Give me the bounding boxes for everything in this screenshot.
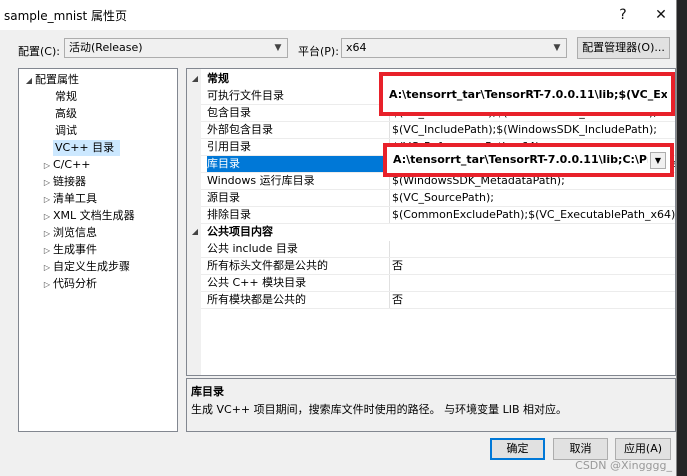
tree-item-browse-info[interactable]: ▷ 浏览信息: [41, 225, 97, 241]
chevron-down-icon[interactable]: ▼: [650, 152, 666, 169]
row-name: 所有标头文件都是公共的: [207, 259, 328, 272]
description-panel: 库目录 生成 VC++ 项目期间，搜索库文件时使用的路径。 与环境变量 LIB …: [186, 378, 676, 432]
grid-row-public-module-dirs[interactable]: 公共 C++ 模块目录: [187, 275, 675, 292]
highlight-value: A:\tensorrt_tar\TensorRT-7.0.0.11\lib;C:…: [393, 153, 648, 166]
row-name: 可执行文件目录: [207, 89, 284, 102]
window-title: sample_mnist 属性页: [4, 9, 128, 23]
collapse-icon[interactable]: ◢: [190, 224, 200, 240]
close-button[interactable]: ✕: [646, 2, 676, 28]
row-name: 所有模块都是公共的: [207, 293, 306, 306]
highlight-executable-dirs: A:\tensorrt_tar\TensorRT-7.0.0.11\lib;$(…: [379, 72, 675, 116]
platform-dropdown[interactable]: x64 ▼: [341, 38, 567, 58]
row-name: Windows 运行库目录: [207, 174, 315, 187]
chevron-down-icon: ▼: [553, 43, 561, 53]
grid-row-all-modules-public[interactable]: 所有模块都是公共的 否: [187, 292, 675, 309]
expand-icon[interactable]: ▷: [41, 226, 53, 242]
tree-item-build-events[interactable]: ▷ 生成事件: [41, 242, 97, 258]
grid-row-external-include-dirs[interactable]: 外部包含目录 $(VC_IncludePath);$(WindowsSDK_In…: [187, 122, 675, 139]
grid-row-public-include-dirs[interactable]: 公共 include 目录: [187, 241, 675, 258]
cancel-button[interactable]: 取消: [553, 438, 608, 460]
tree-item-label: 高级: [55, 107, 77, 120]
config-dropdown[interactable]: 活动(Release) ▼: [64, 38, 288, 58]
collapse-icon[interactable]: ◢: [23, 73, 35, 89]
tree-item-xml-doc[interactable]: ▷ XML 文档生成器: [41, 208, 135, 224]
row-name: 公共 include 目录: [207, 242, 298, 255]
highlight-library-dirs[interactable]: A:\tensorrt_tar\TensorRT-7.0.0.11\lib;C:…: [383, 143, 674, 177]
row-value: 否: [392, 259, 403, 272]
tree-item-label: 浏览信息: [53, 226, 97, 239]
expand-icon[interactable]: ▷: [41, 158, 53, 174]
platform-label: 平台(P):: [298, 45, 339, 58]
property-pages-window: sample_mnist 属性页 ? ✕ 配置(C): 活动(Release) …: [0, 0, 677, 476]
tree-item-label: C/C++: [53, 158, 91, 171]
expand-icon[interactable]: ▷: [41, 192, 53, 208]
row-name: 引用目录: [207, 140, 251, 153]
tree-item-cpp[interactable]: ▷ C/C++: [41, 157, 91, 173]
grid-row-all-headers-public[interactable]: 所有标头文件都是公共的 否: [187, 258, 675, 275]
row-name: 包含目录: [207, 106, 251, 119]
collapse-icon[interactable]: ◢: [190, 71, 200, 87]
grid-row-exclude-dirs[interactable]: 排除目录 $(CommonExcludePath);$(VC_Executabl…: [187, 207, 676, 224]
tree-item-label: 代码分析: [53, 277, 97, 290]
row-value: $(VC_IncludePath);$(WindowsSDK_IncludePa…: [392, 123, 657, 136]
tree-item-general[interactable]: 常规: [55, 89, 77, 105]
tree-item-code-analysis[interactable]: ▷ 代码分析: [41, 276, 97, 292]
expand-icon[interactable]: ▷: [41, 209, 53, 225]
tree-item-linker[interactable]: ▷ 链接器: [41, 174, 86, 190]
row-name: 外部包含目录: [207, 123, 273, 136]
tree-item-label: 调试: [55, 124, 77, 137]
chevron-down-icon: ▼: [274, 43, 282, 53]
title-bar: sample_mnist 属性页 ? ✕: [0, 0, 676, 30]
config-value: 活动(Release): [69, 41, 143, 54]
row-value: 否: [392, 293, 403, 306]
row-name: 公共 C++ 模块目录: [207, 276, 307, 289]
category-label: 公共项目内容: [207, 225, 273, 238]
background-editor-strip: [677, 0, 687, 476]
expand-icon[interactable]: ▷: [41, 277, 53, 293]
tree-item-vc-directories[interactable]: VC++ 目录: [53, 140, 121, 156]
apply-button[interactable]: 应用(A): [615, 438, 671, 460]
row-name: 源目录: [207, 191, 240, 204]
row-value: $(CommonExcludePath);$(VC_ExecutablePath…: [392, 208, 676, 221]
tree-item-label: 链接器: [53, 175, 86, 188]
tree-root[interactable]: ◢ 配置属性: [23, 72, 79, 88]
row-name: 库目录: [207, 156, 387, 172]
watermark: CSDN @Xingggg_: [575, 459, 672, 472]
expand-icon[interactable]: ▷: [41, 175, 53, 191]
tree-item-label: 生成事件: [53, 243, 97, 256]
tree-item-debugging[interactable]: 调试: [55, 123, 77, 139]
tree-item-label: VC++ 目录: [55, 141, 115, 154]
platform-value: x64: [346, 41, 367, 54]
expand-icon[interactable]: ▷: [41, 243, 53, 259]
expand-icon[interactable]: ▷: [41, 260, 53, 276]
tree-root-label: 配置属性: [35, 73, 79, 86]
config-manager-button[interactable]: 配置管理器(O)...: [577, 37, 670, 59]
grid-row-source-dirs[interactable]: 源目录 $(VC_SourcePath);: [187, 190, 675, 207]
tree-item-manifest-tool[interactable]: ▷ 清单工具: [41, 191, 97, 207]
help-button[interactable]: ?: [608, 2, 638, 28]
config-label: 配置(C):: [18, 45, 60, 58]
row-name: 排除目录: [207, 208, 251, 221]
tree-item-advanced[interactable]: 高级: [55, 106, 77, 122]
tree-item-label: 常规: [55, 90, 77, 103]
description-title: 库目录: [191, 385, 224, 398]
tree-item-label: 清单工具: [53, 192, 97, 205]
ok-button[interactable]: 确定: [490, 438, 545, 460]
tree-item-custom-build[interactable]: ▷ 自定义生成步骤: [41, 259, 130, 275]
property-tree: ◢ 配置属性 常规 高级 调试 VC++ 目录 ▷ C/C++ ▷ 链接器 ▷ 清单工具…: [18, 68, 178, 432]
category-public-project-content[interactable]: ◢ 公共项目内容: [187, 224, 675, 241]
row-value: $(VC_SourcePath);: [392, 191, 494, 204]
highlight-value: A:\tensorrt_tar\TensorRT-7.0.0.11\lib;$(…: [389, 88, 667, 101]
description-text: 生成 VC++ 项目期间，搜索库文件时使用的路径。 与环境变量 LIB 相对应。: [191, 403, 568, 416]
tree-item-label: 自定义生成步骤: [53, 260, 130, 273]
category-label: 常规: [207, 72, 229, 85]
tree-item-label: XML 文档生成器: [53, 209, 135, 222]
